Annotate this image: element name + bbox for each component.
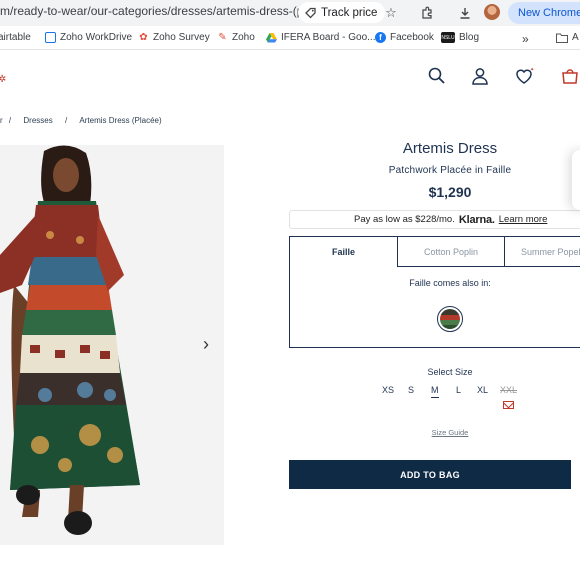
google-drive-icon — [266, 32, 277, 42]
bookmark-ifera-board[interactable]: IFERA Board - Goo... — [266, 32, 375, 43]
breadcrumb: r / Dresses / Artemis Dress (Placée) — [0, 116, 166, 125]
zoho-icon: ✎ — [218, 32, 227, 43]
breadcrumb-item[interactable]: r — [0, 116, 3, 125]
profile-avatar[interactable] — [484, 4, 500, 20]
klarna-banner: Pay as low as $228/mo. Klarna. Learn mor… — [289, 210, 580, 229]
track-price-label: Track price — [321, 6, 378, 19]
bookmark-label: Facebook — [390, 32, 434, 43]
also-available-text: Faille comes also in: — [409, 278, 491, 288]
product-subtitle: Patchwork Placée in Faille — [388, 165, 512, 176]
track-price-icon — [305, 7, 316, 19]
klarna-logo: Klarna. — [458, 213, 495, 226]
download-icon[interactable] — [456, 4, 474, 22]
extensions-icon[interactable] — [418, 4, 436, 22]
bookmark-label: Zoho WorkDrive — [60, 32, 133, 43]
bookmark-label: A — [572, 32, 579, 43]
site-logo[interactable]: ✲ — [0, 74, 6, 85]
breadcrumb-separator: / — [64, 116, 68, 125]
wishlist-heart-icon[interactable]: ✦ — [514, 66, 534, 86]
swatch-pattern — [440, 309, 460, 329]
add-to-bag-button[interactable]: ADD TO BAG — [289, 460, 571, 489]
bookmark-label: airtable — [0, 32, 31, 43]
side-drawer-tab[interactable] — [572, 150, 580, 210]
fabric-selector: Faille Cotton Poplin Summer Popel — [289, 236, 580, 348]
product-title: Artemis Dress — [402, 140, 498, 157]
bookmark-zoho-survey[interactable]: ✿ Zoho Survey — [138, 32, 210, 43]
facebook-icon: f — [375, 32, 386, 43]
workdrive-icon — [45, 32, 56, 43]
size-option-m[interactable]: M — [431, 385, 439, 398]
product-price: $1,290 — [428, 184, 472, 200]
svg-text:✦: ✦ — [530, 67, 534, 73]
zoho-survey-icon: ✿ — [139, 32, 148, 43]
next-image-arrow-icon[interactable]: › — [196, 334, 216, 354]
bookmark-label: Zoho — [232, 32, 255, 43]
bookmark-folder[interactable]: A — [556, 32, 579, 43]
size-option-xl[interactable]: XL — [477, 385, 488, 395]
bookmark-label: Zoho Survey — [153, 32, 210, 43]
new-chrome-button[interactable]: New Chrome a — [508, 2, 580, 24]
size-option-xxl[interactable]: XXL — [500, 385, 517, 395]
more-bookmarks-icon[interactable]: » — [522, 32, 529, 46]
breadcrumb-item-dresses[interactable]: Dresses — [23, 116, 52, 125]
nslu-icon: NSLU — [441, 32, 455, 43]
size-guide-link[interactable]: Size Guide — [290, 428, 580, 437]
bookmark-blog[interactable]: NSLU Blog — [441, 32, 479, 43]
bookmark-facebook[interactable]: f Facebook — [375, 32, 434, 43]
tab-faille[interactable]: Faille — [290, 237, 397, 267]
klarna-text: Pay as low as $228/mo. — [354, 214, 455, 225]
bookmarks-bar: airtable Zoho WorkDrive ✿ Zoho Survey ✎ … — [0, 26, 580, 50]
shopping-bag-icon[interactable] — [560, 66, 580, 86]
browser-toolbar: m/ready-to-wear/our-categories/dresses/a… — [0, 0, 580, 26]
bookmark-zoho[interactable]: ✎ Zoho — [217, 32, 255, 43]
url-bar[interactable]: m/ready-to-wear/our-categories/dresses/a… — [0, 4, 300, 18]
breadcrumb-separator: / — [8, 116, 12, 125]
klarna-learn-more-link[interactable]: Learn more — [499, 214, 548, 225]
size-option-xs[interactable]: XS — [382, 385, 394, 395]
size-option-l[interactable]: L — [456, 385, 461, 395]
bookmark-star-icon[interactable]: ☆ — [382, 4, 400, 22]
breadcrumb-item-current: Artemis Dress (Placée) — [79, 116, 162, 125]
bookmark-label: IFERA Board - Goo... — [281, 32, 376, 43]
size-option-s[interactable]: S — [408, 385, 414, 395]
notify-mail-icon[interactable] — [503, 401, 514, 409]
account-icon[interactable] — [470, 66, 490, 86]
track-price-button[interactable]: Track price — [298, 2, 386, 23]
bookmark-label: Blog — [459, 32, 480, 43]
product-image[interactable] — [0, 145, 224, 545]
tab-cotton-poplin[interactable]: Cotton Poplin — [397, 237, 504, 267]
color-swatch[interactable] — [437, 306, 463, 332]
select-size-label: Select Size — [427, 367, 473, 377]
search-icon[interactable] — [427, 66, 447, 86]
bookmark-zoho-workdrive[interactable]: Zoho WorkDrive — [45, 32, 132, 43]
bookmark-airtable[interactable]: airtable — [0, 32, 31, 43]
folder-icon — [556, 33, 568, 43]
model-photo — [0, 145, 224, 545]
tab-summer-poplin[interactable]: Summer Popel — [504, 237, 580, 267]
